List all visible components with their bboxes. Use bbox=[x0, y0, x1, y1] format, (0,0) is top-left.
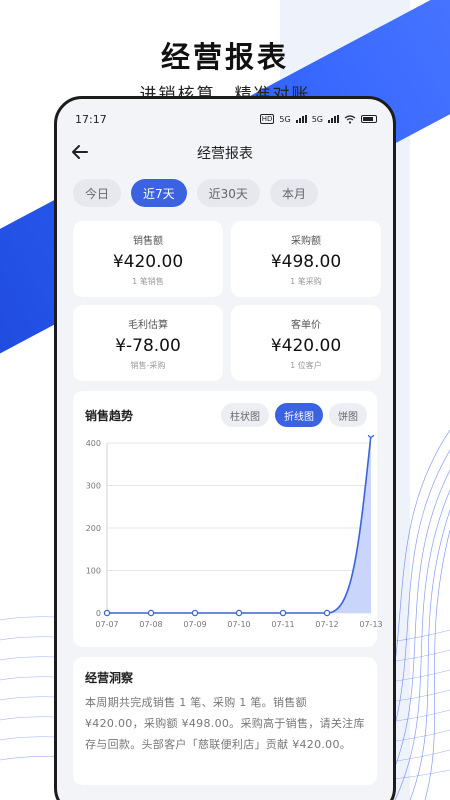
x-tick-label: 07-10 bbox=[227, 620, 250, 629]
y-tick-label: 400 bbox=[86, 439, 101, 448]
sales-trend-card: 销售趋势 柱状图 折线图 饼图 0 100 200 300 400 07-07 07-08 0… bbox=[73, 391, 383, 647]
stat-label: 毛利估算 bbox=[128, 319, 168, 331]
tab-this-month[interactable]: 本月 bbox=[269, 179, 318, 207]
series-area bbox=[107, 435, 371, 613]
x-tick-label: 07-12 bbox=[315, 620, 338, 629]
stat-card-avg-order: 客单价 ¥420.00 1 位客户 bbox=[231, 305, 381, 381]
arrow-left-icon[interactable] bbox=[69, 141, 91, 163]
x-tick-label: 07-08 bbox=[139, 620, 162, 629]
insight-title: 经营洞察 bbox=[85, 671, 134, 685]
stat-label: 销售额 bbox=[133, 235, 163, 247]
insight-card: 经营洞察 本周期共完成销售 1 笔、采购 1 笔。销售额 ¥420.00，采购额… bbox=[73, 657, 377, 785]
wifi-icon bbox=[344, 114, 356, 124]
data-point bbox=[279, 609, 287, 617]
stat-value: ¥-78.00 bbox=[115, 335, 181, 356]
battery-icon bbox=[361, 115, 377, 123]
stat-sub: 1 位客户 bbox=[290, 360, 322, 370]
chart-type-pie-button[interactable]: 饼图 bbox=[329, 403, 367, 427]
tab-last-7-days[interactable]: 近7天 bbox=[131, 179, 187, 207]
stat-cards: 销售额 ¥420.00 1 笔销售 采购额 ¥498.00 1 笔采购 毛利估算… bbox=[57, 213, 393, 381]
nav-bar: 经营报表 bbox=[57, 133, 393, 173]
status-icons: HD 5G 5G bbox=[259, 114, 377, 124]
sales-trend-chart: 0 100 200 300 400 07-07 07-08 07-09 07-10 07-11 07… bbox=[86, 435, 383, 629]
stat-label: 客单价 bbox=[291, 319, 321, 331]
stat-value: ¥498.00 bbox=[270, 251, 342, 272]
page-title: 经营报表 bbox=[197, 146, 253, 162]
x-tick-label: 07-13 bbox=[359, 620, 382, 629]
y-tick-label: 100 bbox=[86, 567, 101, 576]
y-tick-label: 0 bbox=[96, 609, 101, 618]
promo-title: 经营报表 bbox=[160, 40, 289, 74]
trend-header: 销售趋势 柱状图 折线图 饼图 bbox=[73, 391, 377, 427]
trend-title: 销售趋势 bbox=[85, 408, 134, 423]
tab-last-30-days[interactable]: 近30天 bbox=[196, 179, 260, 207]
x-tick-label: 07-11 bbox=[271, 620, 294, 629]
stat-card-gross-profit: 毛利估算 ¥-78.00 销售-采购 bbox=[73, 305, 223, 381]
y-tick-label: 300 bbox=[86, 482, 101, 491]
stat-sub: 1 笔销售 bbox=[132, 276, 164, 286]
stat-card-sales: 销售额 ¥420.00 1 笔销售 bbox=[73, 221, 223, 297]
data-point bbox=[191, 609, 199, 617]
chart-type-switch: 柱状图 折线图 饼图 bbox=[221, 403, 367, 427]
chart-type-bar-button[interactable]: 柱状图 bbox=[221, 403, 269, 427]
signal-icon bbox=[295, 115, 307, 123]
stat-sub: 1 笔采购 bbox=[290, 276, 322, 286]
net-label-2: 5G bbox=[311, 114, 323, 124]
stat-value: ¥420.00 bbox=[270, 335, 342, 356]
y-tick-label: 200 bbox=[86, 524, 101, 533]
status-bar: 17:17 HD 5G 5G bbox=[57, 99, 393, 133]
hd-icon: HD bbox=[259, 114, 275, 124]
signal-icon-2 bbox=[328, 115, 339, 123]
data-point bbox=[103, 609, 111, 617]
net-label-1: 5G bbox=[279, 114, 291, 124]
data-point bbox=[323, 609, 331, 617]
tab-today[interactable]: 今日 bbox=[73, 179, 122, 207]
x-tick-label: 07-07 bbox=[95, 620, 118, 629]
range-tabs: 今日 近7天 近30天 本月 bbox=[57, 173, 393, 213]
promo-header: 经营报表 进销核算 精准对账 bbox=[0, 0, 450, 105]
insight-text: 本周期共完成销售 1 笔、采购 1 笔。销售额 ¥420.00，采购额 ¥498… bbox=[85, 696, 365, 751]
chart-type-line-button[interactable]: 折线图 bbox=[275, 403, 323, 427]
data-point bbox=[147, 609, 155, 617]
stat-value: ¥420.00 bbox=[112, 251, 184, 272]
stat-card-purchase: 采购额 ¥498.00 1 笔采购 bbox=[231, 221, 381, 297]
stat-label: 采购额 bbox=[291, 235, 321, 247]
x-tick-label: 07-09 bbox=[183, 620, 206, 629]
data-point bbox=[235, 609, 243, 617]
series-line bbox=[107, 435, 372, 614]
stat-sub: 销售-采购 bbox=[130, 360, 166, 370]
status-time: 17:17 bbox=[75, 112, 107, 126]
data-point bbox=[367, 435, 375, 438]
phone-frame: 17:17 HD 5G 5G 经营报表 今日 近7天 近30天 本月 销售额 ¥… bbox=[54, 96, 396, 800]
